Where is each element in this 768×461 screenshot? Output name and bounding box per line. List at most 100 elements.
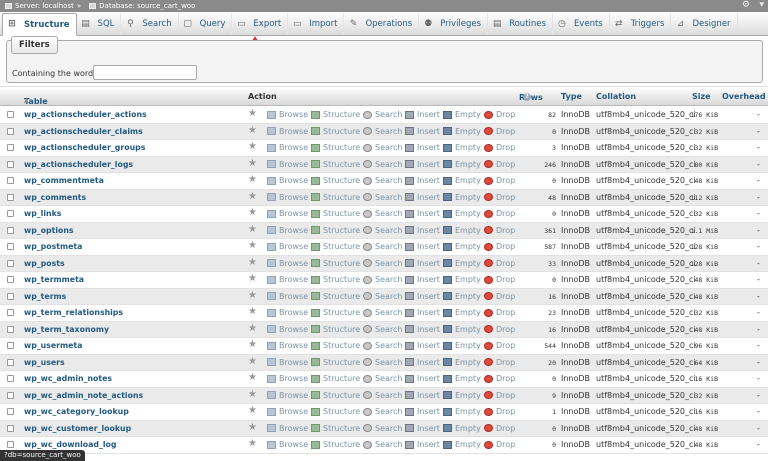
insert-action[interactable]: Insert	[405, 275, 440, 284]
row-checkbox[interactable]	[7, 127, 14, 135]
favorite-star-icon[interactable]: ★	[248, 108, 257, 119]
structure-action[interactable]: Structure	[311, 127, 360, 136]
search-action[interactable]: Search	[363, 193, 402, 202]
filter-input[interactable]	[93, 65, 197, 80]
tab-designer[interactable]: ⊿ Designer	[671, 13, 738, 35]
browse-action[interactable]: Browse	[267, 308, 308, 317]
search-action[interactable]: Search	[363, 226, 402, 235]
insert-action[interactable]: Insert	[405, 440, 440, 449]
structure-action[interactable]: Structure	[311, 308, 360, 317]
table-name-link[interactable]: wp_posts	[24, 259, 65, 268]
table-name-link[interactable]: wp_wc_admin_notes	[24, 374, 112, 383]
insert-action[interactable]: Insert	[405, 193, 440, 202]
insert-action[interactable]: Insert	[405, 143, 440, 152]
search-action[interactable]: Search	[363, 127, 402, 136]
structure-action[interactable]: Structure	[311, 440, 360, 449]
table-name-link[interactable]: wp_options	[24, 226, 74, 235]
insert-action[interactable]: Insert	[405, 127, 440, 136]
insert-action[interactable]: Insert	[405, 160, 440, 169]
empty-action[interactable]: Empty	[443, 424, 481, 433]
browse-action[interactable]: Browse	[267, 391, 308, 400]
tab-events[interactable]: ◷ Events	[553, 13, 610, 35]
table-name-link[interactable]: wp_terms	[24, 292, 66, 301]
insert-action[interactable]: Insert	[405, 341, 440, 350]
structure-action[interactable]: Structure	[311, 391, 360, 400]
table-name-link[interactable]: wp_wc_category_lookup	[24, 407, 129, 416]
row-checkbox[interactable]	[7, 424, 14, 432]
table-name-link[interactable]: wp_usermeta	[24, 341, 82, 350]
gear-icon[interactable]: ⚙	[742, 0, 750, 10]
search-action[interactable]: Search	[363, 325, 402, 334]
table-name-link[interactable]: wp_actionscheduler_groups	[24, 143, 145, 152]
table-name-link[interactable]: wp_termmeta	[24, 275, 84, 284]
table-name-link[interactable]: wp_actionscheduler_claims	[24, 127, 143, 136]
browse-action[interactable]: Browse	[267, 325, 308, 334]
favorite-star-icon[interactable]: ★	[248, 257, 257, 268]
structure-action[interactable]: Structure	[311, 209, 360, 218]
tab-triggers[interactable]: ⇄ Triggers	[610, 13, 672, 35]
empty-action[interactable]: Empty	[443, 209, 481, 218]
insert-action[interactable]: Insert	[405, 242, 440, 251]
search-action[interactable]: Search	[363, 143, 402, 152]
favorite-star-icon[interactable]: ★	[248, 240, 257, 251]
search-action[interactable]: Search	[363, 424, 402, 433]
insert-action[interactable]: Insert	[405, 358, 440, 367]
drop-action[interactable]: Drop	[484, 209, 515, 218]
favorite-star-icon[interactable]: ★	[248, 191, 257, 202]
browse-action[interactable]: Browse	[267, 226, 308, 235]
empty-action[interactable]: Empty	[443, 259, 481, 268]
tab-query[interactable]: ▢ Query	[179, 13, 233, 35]
browse-action[interactable]: Browse	[267, 193, 308, 202]
row-checkbox[interactable]	[7, 375, 14, 382]
favorite-star-icon[interactable]: ★	[248, 125, 257, 136]
structure-action[interactable]: Structure	[311, 292, 360, 301]
column-header-type[interactable]: Type	[561, 92, 582, 101]
insert-action[interactable]: Insert	[405, 308, 440, 317]
search-action[interactable]: Search	[363, 440, 402, 449]
drop-action[interactable]: Drop	[484, 193, 515, 202]
structure-action[interactable]: Structure	[311, 176, 360, 185]
favorite-star-icon[interactable]: ★	[248, 438, 257, 449]
insert-action[interactable]: Insert	[405, 391, 440, 400]
row-checkbox[interactable]	[7, 441, 14, 448]
browse-action[interactable]: Browse	[267, 259, 308, 268]
search-action[interactable]: Search	[363, 292, 402, 301]
search-action[interactable]: Search	[363, 308, 402, 317]
insert-action[interactable]: Insert	[405, 325, 440, 334]
search-action[interactable]: Search	[363, 160, 402, 169]
favorite-star-icon[interactable]: ★	[248, 290, 257, 301]
search-action[interactable]: Search	[363, 407, 402, 416]
empty-action[interactable]: Empty	[443, 193, 481, 202]
empty-action[interactable]: Empty	[443, 160, 481, 169]
empty-action[interactable]: Empty	[443, 176, 481, 185]
drop-action[interactable]: Drop	[484, 143, 515, 152]
row-checkbox[interactable]	[7, 259, 14, 267]
insert-action[interactable]: Insert	[405, 407, 440, 416]
table-name-link[interactable]: wp_postmeta	[24, 242, 82, 251]
browse-action[interactable]: Browse	[267, 407, 308, 416]
structure-action[interactable]: Structure	[311, 374, 360, 383]
empty-action[interactable]: Empty	[443, 325, 481, 334]
empty-action[interactable]: Empty	[443, 391, 481, 400]
browse-action[interactable]: Browse	[267, 160, 308, 169]
tab-import[interactable]: ▭ Import	[288, 13, 345, 35]
browse-action[interactable]: Browse	[267, 275, 308, 284]
search-action[interactable]: Search	[363, 209, 402, 218]
drop-action[interactable]: Drop	[484, 325, 515, 334]
row-checkbox[interactable]	[7, 210, 14, 217]
drop-action[interactable]: Drop	[484, 160, 515, 169]
insert-action[interactable]: Insert	[405, 259, 440, 268]
table-name-link[interactable]: wp_wc_download_log	[24, 440, 116, 449]
browse-action[interactable]: Browse	[267, 341, 308, 350]
search-action[interactable]: Search	[363, 176, 402, 185]
empty-action[interactable]: Empty	[443, 440, 481, 449]
favorite-star-icon[interactable]: ★	[248, 273, 257, 284]
structure-action[interactable]: Structure	[311, 325, 360, 334]
drop-action[interactable]: Drop	[484, 374, 515, 383]
tab-routines[interactable]: ▤ Routines	[488, 13, 553, 35]
empty-action[interactable]: Empty	[443, 143, 481, 152]
drop-action[interactable]: Drop	[484, 292, 515, 301]
column-header-overhead[interactable]: Overhead	[722, 92, 766, 101]
row-checkbox[interactable]	[7, 144, 14, 151]
row-checkbox[interactable]	[7, 325, 14, 333]
